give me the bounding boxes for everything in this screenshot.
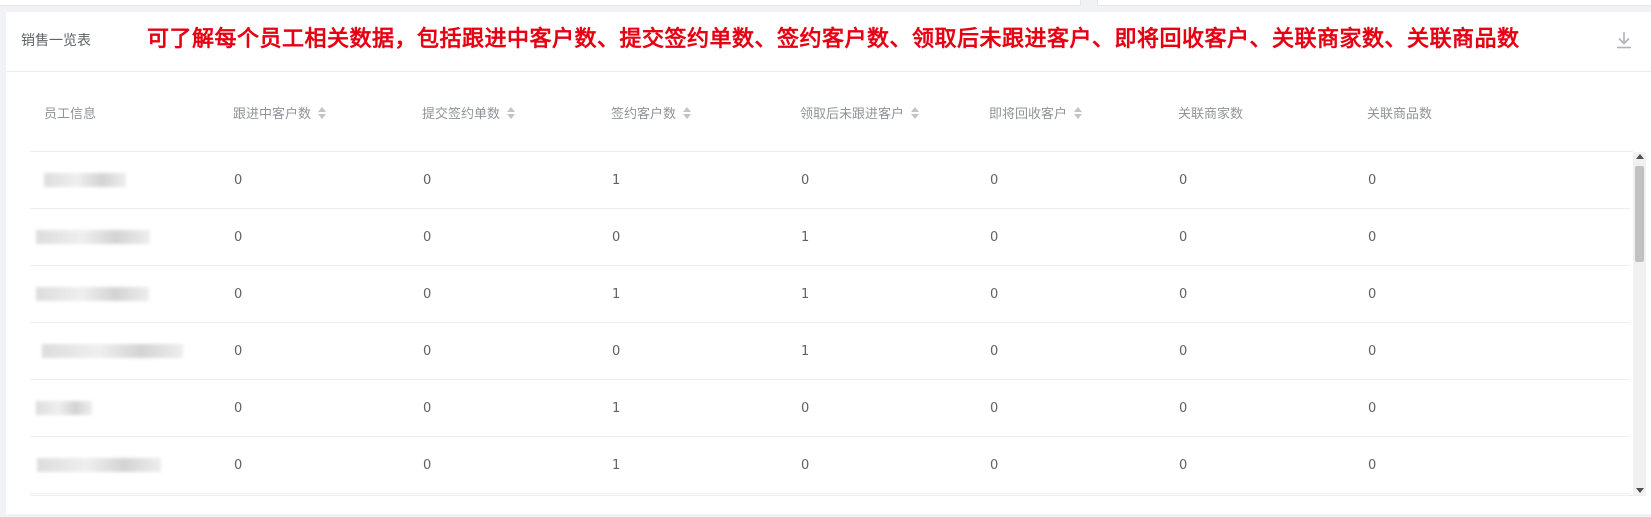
- sort-caret-icon[interactable]: [910, 106, 920, 120]
- table-cell: 0: [1368, 287, 1377, 302]
- table-cell: 0: [1179, 401, 1188, 416]
- table-row: 0 0 0 1 0 0 0: [30, 323, 1630, 380]
- column-header-label: 签约客户数: [611, 107, 677, 122]
- sales-table: 员工信息 跟进中客户数 提交签约单数 签约客户数 领取后未跟进客户 即将回收客户 关联商家数…: [30, 75, 1633, 495]
- table-cell: 0: [423, 173, 432, 188]
- column-header: 关联商家数: [1178, 103, 1243, 122]
- sort-caret-icon[interactable]: [682, 106, 692, 120]
- download-icon[interactable]: [1613, 29, 1635, 51]
- table-cell: 0: [234, 230, 243, 245]
- table-row: 0 0 1 0 0 0 0: [30, 437, 1630, 494]
- table-cell: 0: [1368, 344, 1377, 359]
- employee-info-redacted: [37, 458, 161, 472]
- table-cell: 0: [423, 230, 432, 245]
- column-header-label: 员工信息: [44, 107, 97, 122]
- table-cell: 1: [612, 401, 621, 416]
- table-cell: 0: [612, 344, 621, 359]
- table-row: 0 0 1 0 0 0 0: [30, 380, 1630, 437]
- table-cell: 0: [801, 458, 810, 473]
- table-cell: 0: [423, 344, 432, 359]
- table-scrollbar[interactable]: [1633, 152, 1646, 495]
- employee-info-redacted: [36, 401, 92, 415]
- table-cell: 0: [1179, 173, 1188, 188]
- scroll-down-arrow-icon[interactable]: [1636, 488, 1644, 493]
- table-cell: 0: [1179, 230, 1188, 245]
- column-header-label: 跟进中客户数: [233, 107, 312, 122]
- column-header: 关联商品数: [1367, 103, 1432, 122]
- table-cell: 0: [990, 458, 999, 473]
- table-row: 0 0 1 1 0 0 0: [30, 266, 1630, 323]
- table-row: 0 0 0 1 0 0 0: [30, 209, 1630, 266]
- table-cell: 0: [1179, 344, 1188, 359]
- table-cell: 0: [801, 173, 810, 188]
- table-bottom-border: [30, 495, 1646, 496]
- employee-info-redacted: [36, 287, 149, 301]
- top-card-left: [0, 0, 1081, 6]
- column-header-label: 关联商品数: [1367, 107, 1433, 122]
- table-cell: 0: [423, 401, 432, 416]
- table-cell: 1: [801, 287, 810, 302]
- table-cell: 0: [423, 458, 432, 473]
- table-cell: 0: [423, 287, 432, 302]
- employee-info-redacted: [44, 173, 126, 187]
- table-cell: 0: [234, 458, 243, 473]
- column-header[interactable]: 跟进中客户数: [233, 103, 327, 122]
- table-cell: 0: [990, 287, 999, 302]
- scroll-thumb[interactable]: [1635, 166, 1644, 262]
- employee-info-redacted: [42, 344, 183, 358]
- sort-caret-icon[interactable]: [317, 106, 327, 120]
- table-cell: 0: [990, 344, 999, 359]
- scroll-up-arrow-icon[interactable]: [1636, 154, 1644, 159]
- table-cell: 0: [234, 401, 243, 416]
- table-cell: 1: [801, 230, 810, 245]
- annotation-text: 可了解每个员工相关数据，包括跟进中客户数、提交签约单数、签约客户数、领取后未跟进…: [147, 27, 1520, 52]
- table-cell: 0: [1368, 230, 1377, 245]
- column-header: 员工信息: [44, 103, 96, 122]
- column-header-label: 提交签约单数: [422, 107, 501, 122]
- table-cell: 0: [990, 230, 999, 245]
- table-cell: 0: [1179, 458, 1188, 473]
- panel-header: 销售一览表 可了解每个员工相关数据，包括跟进中客户数、提交签约单数、签约客户数、…: [6, 12, 1651, 72]
- table-cell: 0: [990, 401, 999, 416]
- table-cell: 1: [612, 287, 621, 302]
- table-cell: 0: [1368, 458, 1377, 473]
- table-cell: 1: [612, 458, 621, 473]
- sort-caret-icon[interactable]: [1073, 106, 1083, 120]
- table-cell: 0: [234, 344, 243, 359]
- sort-caret-icon[interactable]: [506, 106, 516, 120]
- top-card-right: [1097, 0, 1651, 6]
- column-header[interactable]: 领取后未跟进客户: [800, 103, 920, 122]
- column-header[interactable]: 提交签约单数: [422, 103, 516, 122]
- table-cell: 0: [801, 401, 810, 416]
- table-cell: 0: [1179, 287, 1188, 302]
- column-header[interactable]: 即将回收客户: [989, 103, 1083, 122]
- table-cell: 1: [801, 344, 810, 359]
- table-body: 0010000000100000110000001000001000000100…: [30, 152, 1630, 495]
- panel-title: 销售一览表: [21, 33, 91, 49]
- table-cell: 0: [990, 173, 999, 188]
- table-cell: 0: [1368, 401, 1377, 416]
- table-cell: 0: [1368, 173, 1377, 188]
- column-header[interactable]: 签约客户数: [611, 103, 692, 122]
- column-header-label: 领取后未跟进客户: [800, 107, 905, 122]
- employee-info-redacted: [36, 230, 150, 244]
- table-header: 员工信息 跟进中客户数 提交签约单数 签约客户数 领取后未跟进客户 即将回收客户 关联商家数…: [30, 75, 1633, 152]
- column-header-label: 关联商家数: [1178, 107, 1244, 122]
- table-row: 0 0 1 0 0 0 0: [30, 152, 1630, 209]
- table-cell: 0: [234, 287, 243, 302]
- column-header-label: 即将回收客户: [989, 107, 1068, 122]
- table-cell: 0: [612, 230, 621, 245]
- table-cell: 0: [234, 173, 243, 188]
- table-cell: 1: [612, 173, 621, 188]
